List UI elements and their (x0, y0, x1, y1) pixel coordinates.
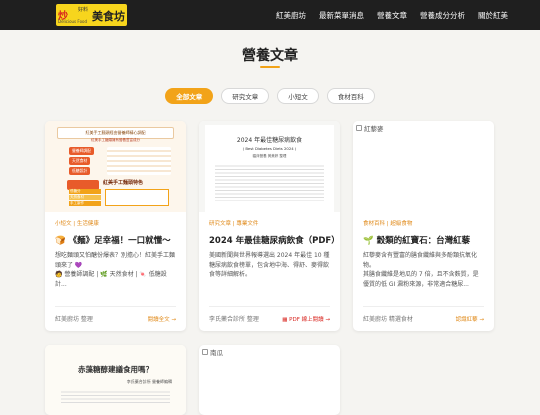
nav-link-home[interactable]: 紅美廚坊 (276, 10, 306, 21)
pdf-page: 2024 年最佳糖尿病飲食 ( Best Diabetes Diets 2024… (205, 125, 334, 212)
filter-research[interactable]: 研究文章 (221, 88, 270, 104)
nav-link-articles[interactable]: 營養文章 (377, 10, 407, 21)
card-title[interactable]: 2024 年最佳糖尿病飲食（PDF） (209, 234, 340, 246)
card-description: 其膳食纖維是地瓜的 7 倍，且不含麩質，是優質的低 GI 澱粉來源，非常適合糖尿… (363, 271, 479, 288)
card-description: 🧑 營養師調配 | 🌿 天然食材 | 🍬 低糖設計... (55, 271, 167, 288)
card-image-pdf: 2024 年最佳糖尿病飲食 ( Best Diabetes Diets 2024… (199, 121, 340, 212)
card-footer: 紅美廚坊 精選食材 認識紅藜 → (363, 314, 484, 323)
card-description: 紅藜麥含有豐富的膳食纖維與多酚類抗氧化物。 (363, 252, 478, 269)
filter-all[interactable]: 全部文章 (165, 88, 214, 104)
pdf-title: 2024 年最佳糖尿病飲食 (236, 137, 303, 144)
image-title: 赤藻糖醇建議食用嗎？ (78, 365, 153, 374)
pdf-subtitle: ( Best Diabetes Diets 2024 ) (242, 146, 297, 151)
image-badge: 營養師調配 (69, 147, 94, 155)
pdf-read-link[interactable]: ▦ PDF 線上閱讀 → (282, 315, 330, 323)
top-navbar: 炒 好料 美食坊 Delicious Food 紅美廚坊 最新菜單消息 營養文章… (0, 0, 540, 30)
image-line: 紅美手工麵頭擁有營養豐富成分 (91, 138, 140, 142)
learn-more-link[interactable]: 認識紅藜 → (456, 315, 484, 323)
filter-ingredients[interactable]: 食材百科 (326, 88, 375, 104)
image-text-block (61, 389, 170, 405)
card-category: 食材百科 | 超級食物 (363, 221, 413, 227)
card-title[interactable]: 🍞 《麵》足幸福！一口就懂～ (55, 234, 176, 246)
card-footer: 紅美廚坊 整理 閱讀全文 → (55, 314, 176, 323)
image-byline: 李氏藥合診所 營養師編輯 (126, 379, 172, 384)
logo-small-text: 好料 (78, 7, 89, 13)
article-card-red-quinoa[interactable]: 紅藜麥 食材百科 | 超級食物 🌱 穀類的紅寶石：台灣紅藜 紅藜麥含有豐富的膳食… (353, 121, 494, 331)
filter-short[interactable]: 小短文 (277, 88, 319, 104)
nav-links: 紅美廚坊 最新菜單消息 營養文章 營養成分分析 關於紅美 (276, 0, 508, 30)
nav-link-menu-news[interactable]: 最新菜單消息 (319, 10, 364, 21)
image-badge: 天然食材 (69, 157, 91, 165)
card-category: 小短文 | 生活健康 (55, 221, 99, 227)
bread-icon: 🍞 (55, 236, 66, 246)
card-divider (363, 306, 484, 307)
card-author: 紅美廚坊 精選食材 (363, 316, 413, 323)
nav-link-nutrition[interactable]: 營養成分分析 (420, 10, 465, 21)
logo-name: 美食坊 (92, 10, 125, 23)
pdf-icon: ▦ (282, 316, 288, 323)
brand-logo[interactable]: 炒 好料 美食坊 Delicious Food (56, 4, 127, 26)
card-title[interactable]: 🌱 穀類的紅寶石：台灣紅藜 (363, 234, 484, 246)
pdf-byline: 臨床營養 黃美婷 整理 (252, 154, 287, 158)
image-text-block (107, 147, 171, 175)
broken-image: 南瓜 (199, 345, 340, 359)
page-title: 營養文章 (242, 48, 298, 64)
image-table: 低糖分 天然食材 手工製作 (69, 189, 101, 206)
pdf-body-text (215, 163, 324, 201)
card-divider (209, 306, 330, 307)
card-image-noodles: 紅美手工麵頭經由營養師精心調配 紅美手工麵頭擁有營養豐富成分 營養師調配 天然食… (45, 121, 186, 212)
card-divider (55, 306, 176, 307)
image-badge: 低糖設計 (69, 167, 91, 175)
filter-bar: 全部文章 研究文章 小短文 食材百科 (0, 88, 540, 104)
broken-image-icon (202, 349, 208, 355)
nav-link-about[interactable]: 關於紅美 (478, 10, 508, 21)
article-card-diabetes-diet[interactable]: 2024 年最佳糖尿病飲食 ( Best Diabetes Diets 2024… (199, 121, 340, 331)
read-more-link[interactable]: 閱讀全文 → (148, 315, 176, 323)
card-category: 研究文章 | 專業文件 (209, 221, 259, 227)
seedling-icon: 🌱 (363, 236, 374, 246)
card-description: 美國新聞與世界報導選出 2024 年最佳 10 種糖尿病飲食榜單，包含地中海、得… (209, 252, 330, 278)
card-footer: 李氏藥合診所 整理 ▦ PDF 線上閱讀 → (209, 314, 330, 323)
image-list-title: 紅美手工麵頭特色 (103, 180, 144, 186)
broken-image-icon (356, 125, 362, 131)
card-author: 李氏藥合診所 整理 (209, 316, 259, 323)
card-image-quinoa: 紅藜麥 (353, 121, 494, 212)
card-author: 紅美廚坊 整理 (55, 316, 93, 323)
card-description: 想吃麵頭又怕醣份爆表？別擔心！紅美手工麵頭來了 💜 (55, 252, 176, 269)
title-underline (260, 66, 280, 68)
image-info-box (105, 189, 169, 206)
logo-subtext: Delicious Food (58, 19, 88, 24)
broken-image: 紅藜麥 (353, 121, 494, 135)
article-card-noodles[interactable]: 紅美手工麵頭經由營養師精心調配 紅美手工麵頭擁有營養豐富成分 營養師調配 天然食… (45, 121, 186, 331)
